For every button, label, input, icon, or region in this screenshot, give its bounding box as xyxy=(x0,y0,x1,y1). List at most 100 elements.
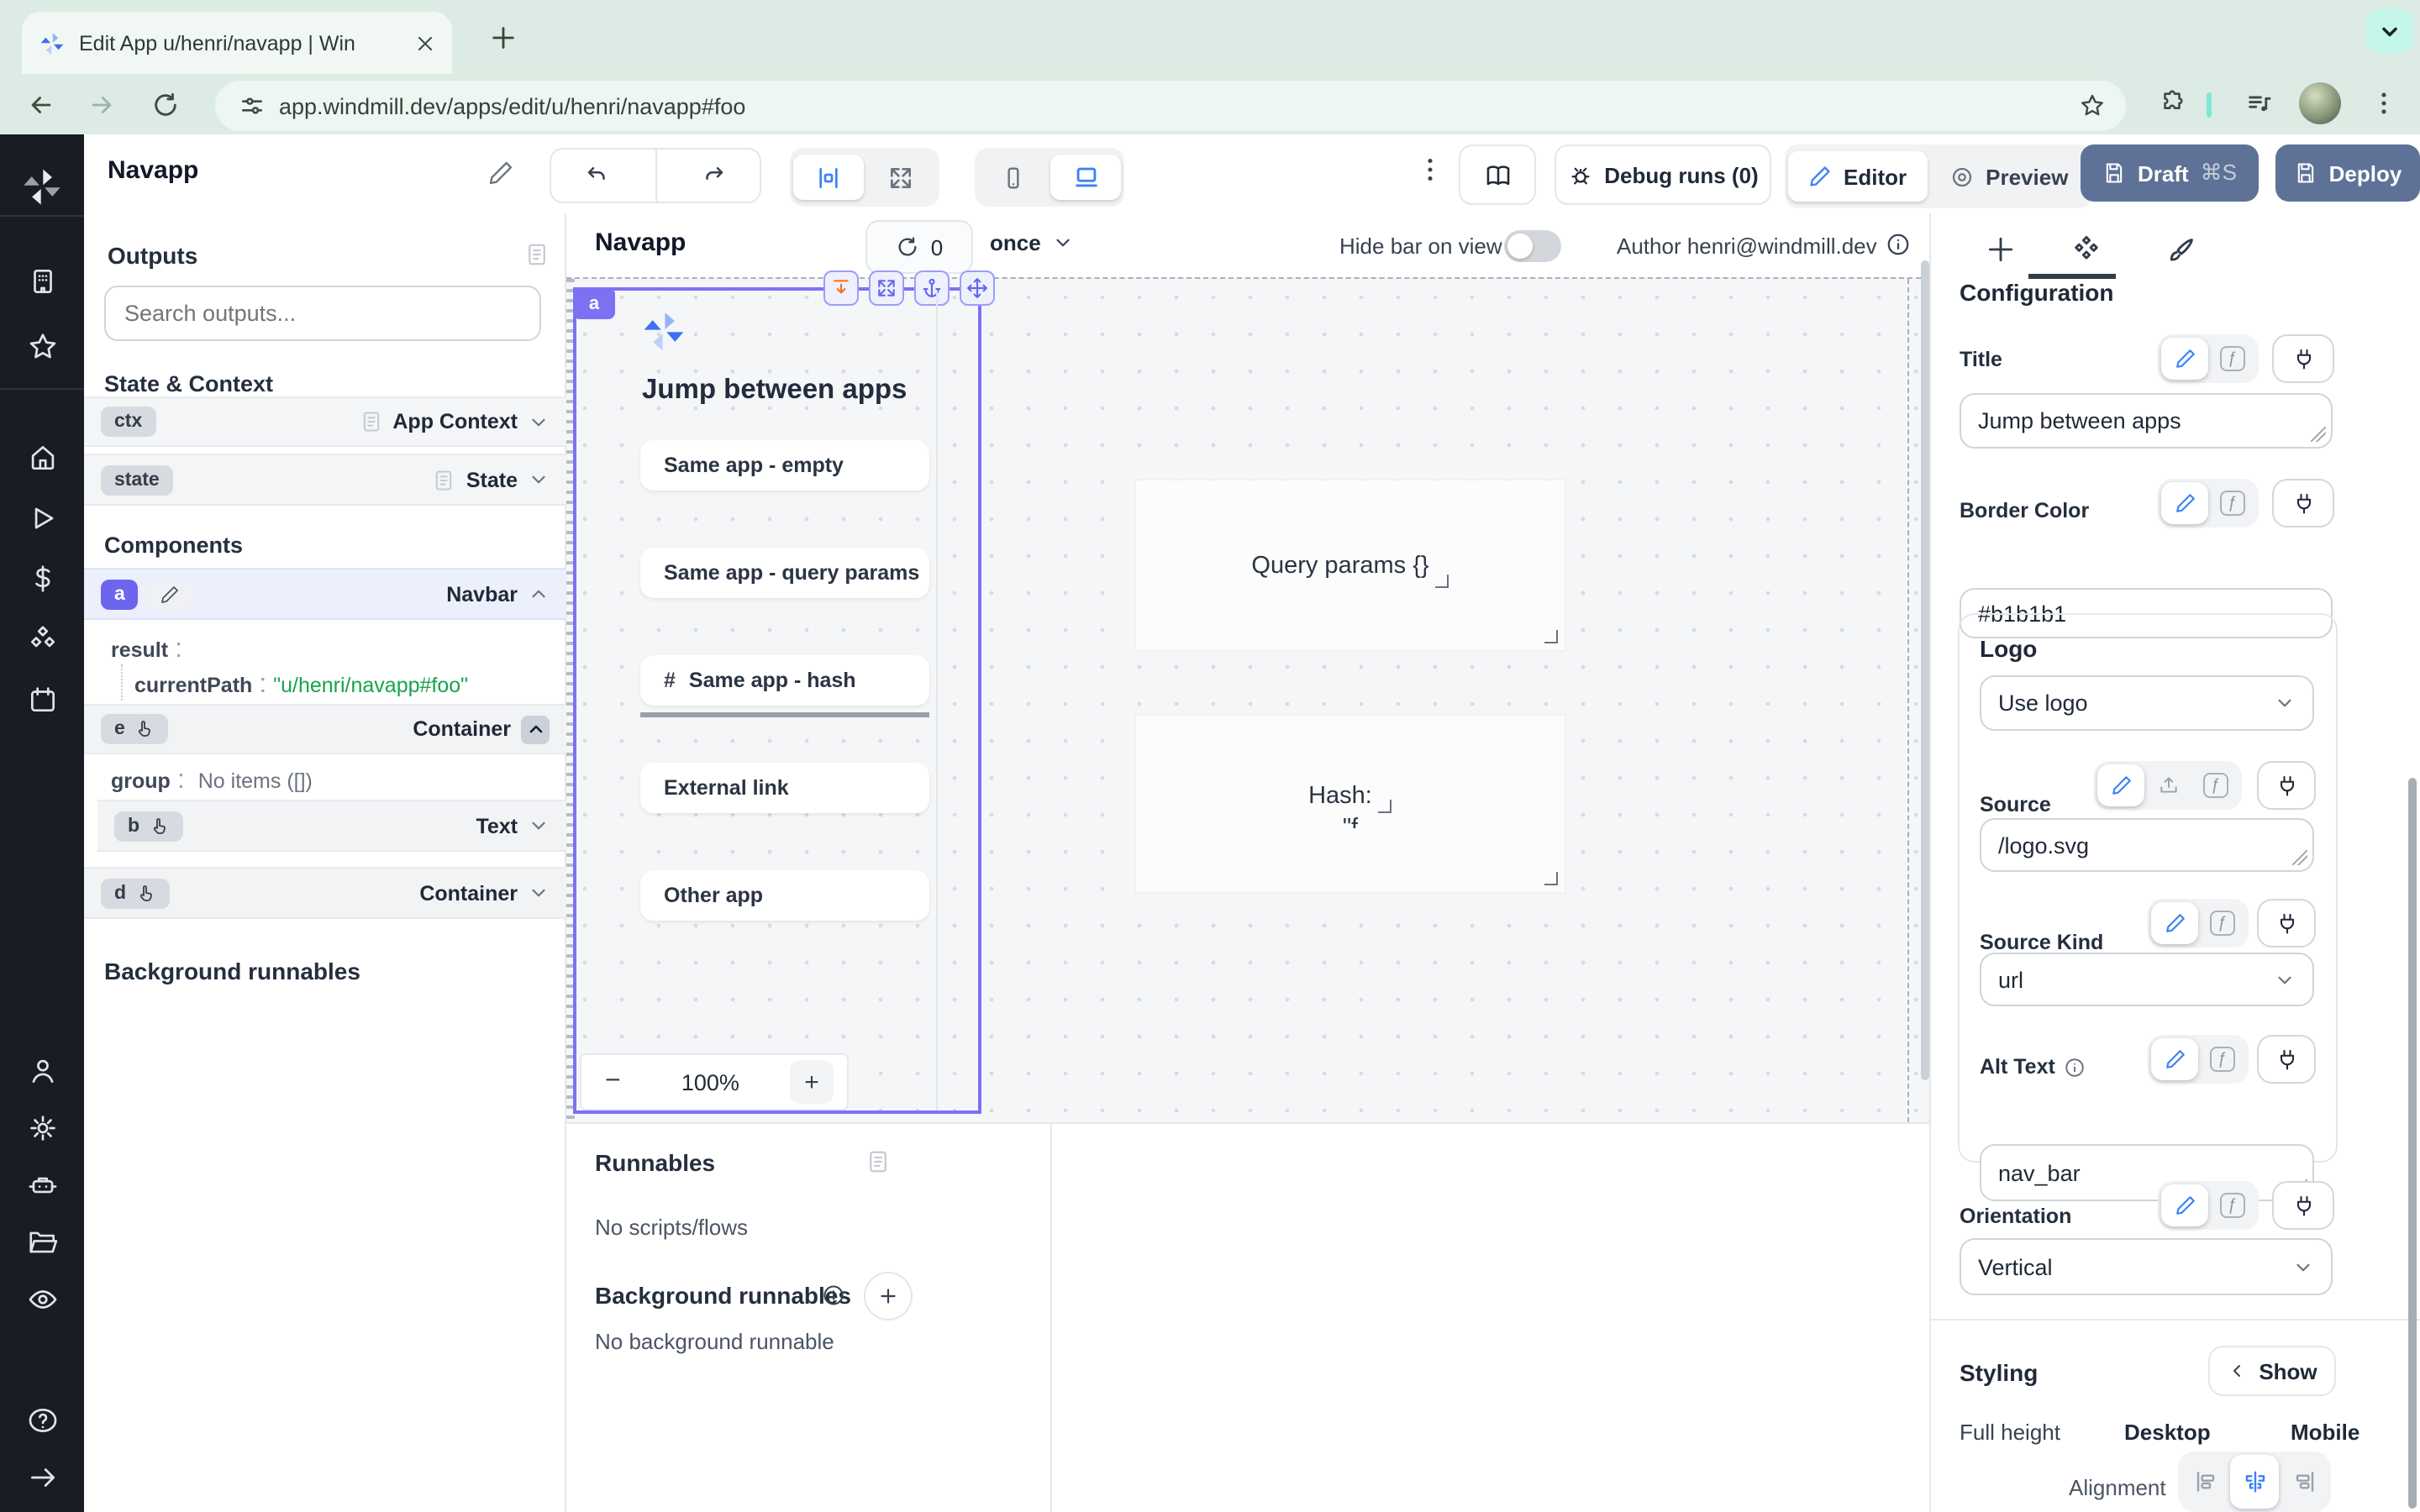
refresh-count-button[interactable]: 0 xyxy=(865,220,973,274)
function-icon[interactable]: ƒ xyxy=(2191,764,2238,806)
site-settings-icon[interactable] xyxy=(239,92,266,119)
selected-component-navbar[interactable]: a Jump between apps Same app - empty Sam… xyxy=(573,287,981,1114)
resize-handle[interactable] xyxy=(2292,850,2307,865)
centered-width-icon[interactable] xyxy=(793,155,864,200)
draft-button[interactable]: Draft ⌘S xyxy=(2081,144,2259,202)
collapse-arrow-icon[interactable] xyxy=(0,1462,84,1494)
redo-icon[interactable] xyxy=(668,163,760,188)
static-pencil-icon[interactable] xyxy=(2097,764,2144,806)
align-right-icon[interactable] xyxy=(2279,1455,2328,1509)
zoom-in-button[interactable]: + xyxy=(790,1060,834,1104)
container-e-badge[interactable]: e xyxy=(101,714,169,744)
canvas-grid[interactable]: a Jump between apps Same app - empty Sam… xyxy=(566,277,1929,1122)
container-d-canvas[interactable]: Hash: "f xyxy=(1136,716,1565,892)
static-pencil-icon[interactable] xyxy=(2161,338,2208,380)
users-person-icon[interactable] xyxy=(0,1055,84,1087)
current-path-line[interactable]: currentPath : "u/henri/navapp#foo" xyxy=(134,670,468,701)
component-row-container-e[interactable]: e Container xyxy=(84,704,566,754)
playlist-icon[interactable] xyxy=(2245,89,2274,118)
source-kind-select[interactable]: url xyxy=(1980,953,2314,1006)
alt-text-input[interactable]: nav_bar xyxy=(1980,1144,2314,1201)
help-icon[interactable] xyxy=(0,1404,84,1436)
container-d-badge[interactable]: d xyxy=(101,878,170,908)
text-b-badge[interactable]: b xyxy=(114,811,183,841)
component-row-container-d[interactable]: d Container xyxy=(84,867,566,919)
ctx-row[interactable]: ctx App Context xyxy=(84,396,566,447)
kebab-menu-icon[interactable] xyxy=(2370,89,2398,118)
info-icon[interactable] xyxy=(822,1284,845,1307)
avatar[interactable] xyxy=(2299,82,2341,124)
bookmark-star-icon[interactable] xyxy=(2079,92,2106,119)
nav-link-other-app[interactable]: Other app xyxy=(640,870,929,921)
info-icon[interactable] xyxy=(2064,1056,2086,1078)
nav-link-same-app-empty[interactable]: Same app - empty xyxy=(640,440,929,491)
nav-link-same-app-hash[interactable]: # Same app - hash xyxy=(640,655,929,706)
styling-show-button[interactable]: Show xyxy=(2208,1346,2336,1396)
canvas-scrollbar[interactable] xyxy=(1921,260,1929,1080)
source-input[interactable]: /logo.svg xyxy=(1980,818,2314,872)
workspace-icon[interactable] xyxy=(0,265,84,297)
zoom-out-button[interactable]: − xyxy=(595,1067,631,1097)
function-icon[interactable]: ƒ xyxy=(2208,482,2255,524)
function-icon[interactable]: ƒ xyxy=(2198,1038,2245,1080)
nav-link-external-link[interactable]: External link xyxy=(640,763,929,813)
schedules-calendar-icon[interactable] xyxy=(0,684,84,716)
static-pencil-icon[interactable] xyxy=(2161,482,2208,524)
audit-eye-icon[interactable] xyxy=(0,1284,84,1315)
function-icon[interactable]: ƒ xyxy=(2198,902,2245,944)
tab-styling-brush-icon[interactable] xyxy=(2165,235,2196,267)
upload-icon[interactable] xyxy=(2144,764,2191,806)
new-tab-button[interactable] xyxy=(489,24,518,52)
runs-play-icon[interactable] xyxy=(0,502,84,534)
function-icon[interactable]: ƒ xyxy=(2208,1184,2255,1226)
undo-icon[interactable] xyxy=(551,163,643,188)
doc-panel-icon[interactable] xyxy=(865,1149,891,1174)
docs-button[interactable] xyxy=(1459,144,1536,205)
resize-handle[interactable] xyxy=(2311,427,2326,442)
tab-editor[interactable]: Editor xyxy=(1788,151,1927,202)
favorites-star-icon[interactable] xyxy=(0,331,84,363)
add-background-runnable-button[interactable] xyxy=(864,1272,913,1320)
windmill-logo-icon[interactable] xyxy=(0,165,84,208)
chevron-up-icon[interactable] xyxy=(521,715,550,743)
title-input[interactable]: Jump between apps xyxy=(1960,393,2333,449)
browser-tab[interactable]: Edit App u/henri/navapp | Win xyxy=(22,12,452,74)
extensions-icon[interactable] xyxy=(2158,89,2186,118)
folders-icon[interactable] xyxy=(0,1226,84,1258)
component-row-navbar[interactable]: a Navbar xyxy=(84,568,566,620)
container-e-canvas[interactable]: Query params {} xyxy=(1136,480,1565,650)
reload-icon[interactable] xyxy=(151,91,180,119)
tab-component-settings-icon[interactable] xyxy=(2070,234,2102,265)
align-left-icon[interactable] xyxy=(2181,1455,2230,1509)
orientation-select[interactable]: Vertical xyxy=(1960,1238,2333,1295)
chevron-down-icon[interactable] xyxy=(528,815,550,837)
settings-gear-icon[interactable] xyxy=(0,1112,84,1144)
workers-robot-icon[interactable] xyxy=(0,1169,84,1201)
tab-preview[interactable]: Preview xyxy=(1928,151,2088,202)
component-row-text-b[interactable]: b Text xyxy=(97,800,566,852)
resources-cubes-icon[interactable] xyxy=(0,623,84,655)
pencil-chip-icon[interactable] xyxy=(147,579,194,609)
state-row[interactable]: state State xyxy=(84,454,566,506)
debug-runs-button[interactable]: Debug runs (0) xyxy=(1555,144,1771,205)
chevron-down-icon[interactable] xyxy=(528,411,550,433)
more-kebab-icon[interactable] xyxy=(1415,155,1445,185)
connect-plug-button[interactable] xyxy=(2257,1035,2316,1084)
text-resize-handle[interactable] xyxy=(1379,800,1392,813)
box-resize-handle[interactable] xyxy=(1544,630,1558,643)
tab-close-icon[interactable] xyxy=(415,33,435,53)
refresh-mode-select[interactable]: once xyxy=(990,230,1075,255)
connect-plug-button[interactable] xyxy=(2272,1181,2334,1230)
url-text[interactable]: app.windmill.dev/apps/edit/u/henri/navap… xyxy=(279,93,745,118)
deploy-button[interactable]: Deploy xyxy=(2275,144,2420,202)
chevron-down-icon[interactable] xyxy=(528,882,550,904)
address-bar[interactable]: app.windmill.dev/apps/edit/u/henri/navap… xyxy=(215,81,2126,131)
group-line[interactable]: group : No items ([]) xyxy=(111,766,313,796)
result-line[interactable]: result : xyxy=(111,635,189,665)
move-icon[interactable] xyxy=(960,270,995,306)
static-pencil-icon[interactable] xyxy=(2161,1184,2208,1226)
static-pencil-icon[interactable] xyxy=(2151,902,2198,944)
config-scrollbar[interactable] xyxy=(2408,778,2417,1509)
variables-dollar-icon[interactable] xyxy=(0,563,84,595)
mobile-view-icon[interactable] xyxy=(978,155,1049,200)
